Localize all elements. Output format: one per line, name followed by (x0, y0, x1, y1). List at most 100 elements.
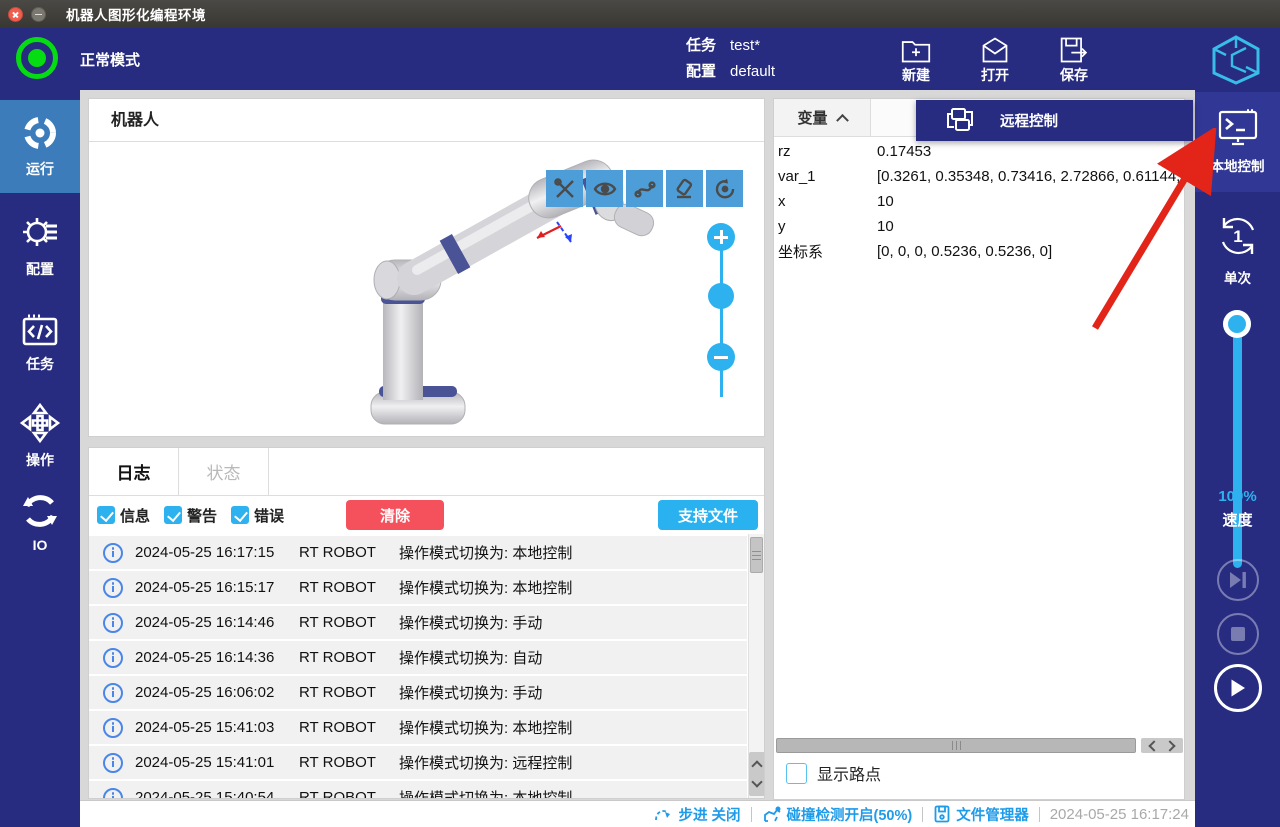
eye-icon (593, 177, 617, 201)
file-manager-icon (933, 805, 951, 823)
chevron-up-icon[interactable] (751, 761, 762, 772)
app-window: 机器人图形化编程环境 正常模式 任务test* 配置default 新建 打开 … (0, 0, 1280, 827)
task-config-info: 任务test* 配置default (686, 33, 775, 85)
minimize-icon[interactable] (31, 7, 46, 22)
speed-label: 速度 (1195, 509, 1280, 530)
filter-info-checkbox[interactable]: 信息 (97, 505, 150, 526)
menu-item-remote-control[interactable]: 远程控制 (916, 100, 1193, 141)
path-button[interactable] (626, 170, 663, 207)
info-icon (103, 753, 123, 773)
divider (922, 807, 923, 822)
play-icon (1229, 678, 1247, 698)
zoom-control (707, 223, 735, 423)
file-manager-button[interactable]: 文件管理器 (933, 804, 1029, 825)
log-scrollbar[interactable] (748, 534, 764, 798)
view-toolbar (546, 170, 743, 207)
open-icon (978, 35, 1012, 65)
robot-3d-view[interactable] (89, 142, 764, 436)
log-row: 2024-05-25 16:15:17RT ROBOT操作模式切换为: 本地控制 (89, 571, 747, 604)
log-panel: 日志 状态 信息 警告 错误 清除 支持文件 2024-05-25 16:17:… (88, 447, 765, 799)
open-button[interactable]: 打开 (963, 32, 1027, 88)
checkbox-icon (97, 506, 115, 524)
window-titlebar: 机器人图形化编程环境 (0, 0, 1280, 28)
zoom-in-icon[interactable] (707, 223, 735, 251)
zoom-slider-knob[interactable] (708, 283, 734, 309)
view-button[interactable] (586, 170, 623, 207)
speed-slider-track[interactable] (1233, 318, 1242, 568)
variables-title: 变量 (797, 107, 827, 128)
new-icon (899, 35, 933, 65)
variable-row: rz0.17453 (774, 139, 1184, 164)
show-waypoints-checkbox[interactable]: 显示路点 (786, 761, 881, 785)
nav-config-icon (20, 212, 60, 252)
chevron-down-icon[interactable] (751, 776, 762, 787)
filter-error-checkbox[interactable]: 错误 (231, 505, 284, 526)
tab-status[interactable]: 状态 (179, 448, 269, 495)
zoom-out-icon[interactable] (707, 343, 735, 371)
variables-hscrollbar[interactable] (776, 738, 1183, 753)
status-bar: 步进 关闭 碰撞检测开启(50%) 文件管理器 2024-05-25 16:17… (80, 800, 1195, 827)
checkbox-icon (231, 506, 249, 524)
remote-control-icon (944, 107, 974, 135)
variable-row: var_1[0.3261, 0.35348, 0.73416, 2.72866,… (774, 164, 1184, 189)
config-label: 配置 (686, 59, 716, 85)
variables-hscrollbar-thumb[interactable] (776, 738, 1136, 753)
play-button[interactable] (1214, 664, 1262, 712)
log-scrollbar-thumb[interactable] (750, 537, 763, 573)
info-icon (103, 788, 123, 799)
chevron-right-icon[interactable] (1165, 740, 1176, 751)
log-row: 2024-05-25 16:17:15RT ROBOT操作模式切换为: 本地控制 (89, 536, 747, 569)
erase-button[interactable] (666, 170, 703, 207)
log-row: 2024-05-25 15:40:54RT ROBOT操作模式切换为: 本地控制 (89, 781, 747, 798)
rotate-icon (713, 177, 737, 201)
sidebar-item-task[interactable]: 任务 (0, 298, 80, 388)
variables-collapse-button[interactable]: 变量 (774, 99, 871, 136)
clear-button[interactable]: 清除 (346, 500, 444, 530)
task-value: test* (730, 33, 760, 59)
variable-row: y10 (774, 214, 1184, 239)
sidebar-item-config[interactable]: 配置 (0, 200, 80, 290)
info-icon (103, 683, 123, 703)
close-icon[interactable] (8, 7, 23, 22)
sidebar-item-operate[interactable]: 操作 (0, 396, 80, 476)
info-icon (103, 578, 123, 598)
variables-panel: 变量 rz0.17453 var_1[0.3261, 0.35348, 0.73… (773, 98, 1185, 800)
sidebar-item-io[interactable]: IO (0, 484, 80, 560)
stop-button[interactable] (1217, 613, 1259, 655)
tab-log[interactable]: 日志 (89, 448, 179, 495)
variables-table: rz0.17453 var_1[0.3261, 0.35348, 0.73416… (774, 137, 1184, 264)
log-list: 2024-05-25 16:17:15RT ROBOT操作模式切换为: 本地控制… (89, 536, 747, 798)
step-forward-button[interactable] (1217, 559, 1259, 601)
single-run-button[interactable]: 1 单次 (1195, 202, 1280, 298)
rotate-view-button[interactable] (706, 170, 743, 207)
info-icon (103, 543, 123, 563)
nav-run-icon (21, 114, 59, 152)
nav-operate-icon (20, 403, 60, 443)
collision-detection-status[interactable]: 碰撞检测开启(50%) (762, 804, 913, 825)
support-files-button[interactable]: 支持文件 (658, 500, 758, 530)
step-icon (653, 805, 673, 823)
mode-label: 正常模式 (80, 49, 140, 70)
path-icon (633, 177, 657, 201)
log-scrollbar-buttons[interactable] (749, 752, 764, 796)
zoom-slider-track[interactable] (720, 237, 723, 397)
sidebar-item-run[interactable]: 运行 (0, 100, 80, 193)
collision-icon (762, 805, 782, 823)
variable-row: x10 (774, 189, 1184, 214)
log-row: 2024-05-25 16:14:36RT ROBOT操作模式切换为: 自动 (89, 641, 747, 674)
variable-row: 坐标系[0, 0, 0, 0.5236, 0.5236, 0] (774, 239, 1184, 264)
chevron-left-icon[interactable] (1148, 740, 1159, 751)
tools-button[interactable] (546, 170, 583, 207)
local-control-button[interactable]: 本地控制 (1195, 92, 1280, 192)
variables-hscrollbar-buttons[interactable] (1141, 738, 1183, 753)
brand-logo-icon (1208, 34, 1264, 86)
speed-slider-knob[interactable] (1223, 310, 1251, 338)
new-button[interactable]: 新建 (884, 32, 948, 88)
divider (1039, 807, 1040, 822)
left-sidebar: 运行 配置 任务 操作 IO 38EB (0, 90, 80, 827)
filter-warning-checkbox[interactable]: 警告 (164, 505, 217, 526)
eraser-icon (673, 177, 697, 201)
step-mode-status[interactable]: 步进 关闭 (653, 804, 740, 825)
save-button[interactable]: 保存 (1042, 32, 1106, 88)
info-icon (103, 718, 123, 738)
